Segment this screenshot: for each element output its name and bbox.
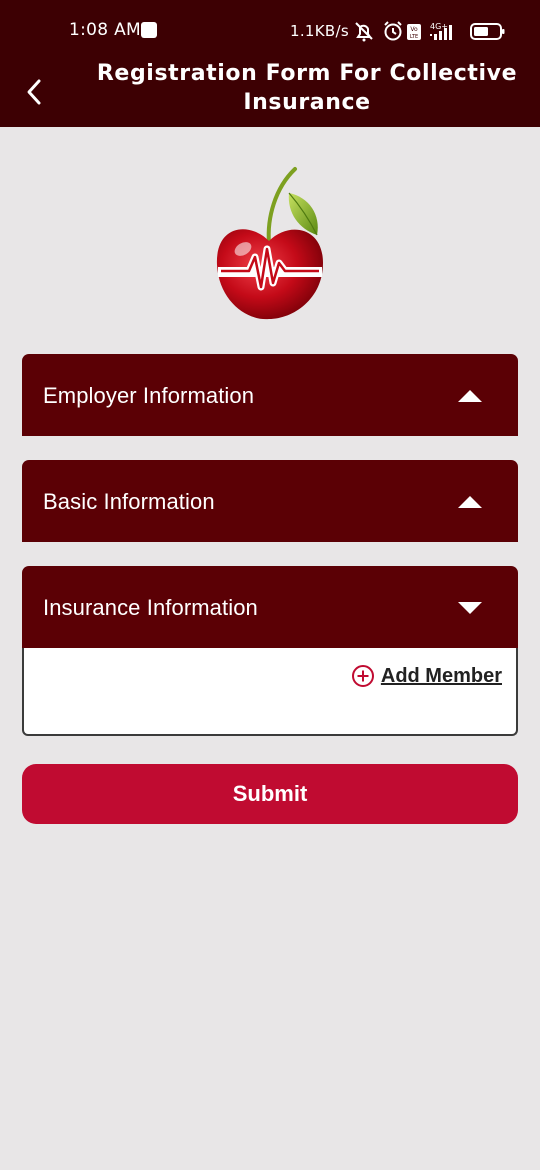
insurance-information-panel: Add Member [22, 648, 518, 736]
network-speed: 1.1KB/s [290, 22, 349, 40]
notifications-off-icon [355, 22, 373, 42]
app-logo [209, 163, 331, 323]
4g-signal-icon: 4G+ [430, 22, 452, 40]
alarm-icon [384, 21, 402, 41]
chevron-left-icon [27, 79, 41, 105]
svg-text:Vo: Vo [410, 26, 418, 33]
section-employer-information[interactable]: Employer Information [22, 354, 518, 436]
status-icons: Vo LTE 4G+ [355, 21, 505, 42]
submit-label: Submit [232, 781, 308, 806]
status-bar: 1:08 AM 1.1KB/s Vo LTE 4G+ [0, 0, 540, 62]
battery-icon [470, 23, 505, 40]
section-basic-information[interactable]: Basic Information [22, 460, 518, 542]
caret-down-icon [458, 601, 482, 615]
cherry-heartbeat-logo [216, 167, 323, 320]
add-member-button[interactable]: Add Member [351, 664, 502, 688]
caret-up-icon [458, 495, 482, 509]
status-time: 1:08 AM [69, 20, 141, 40]
volte-icon: Vo LTE [407, 24, 421, 40]
plus-circle-icon [351, 665, 374, 687]
page-title: Registration Form For Collective Insuran… [96, 61, 518, 115]
back-button[interactable] [14, 72, 54, 112]
section-label: Employer Information [43, 383, 255, 408]
notification-square-icon [141, 22, 157, 38]
caret-up-icon [458, 389, 482, 403]
submit-button[interactable]: Submit [22, 764, 518, 824]
section-label: Insurance Information [43, 595, 258, 620]
app-bar: Registration Form For Collective Insuran… [0, 61, 540, 127]
svg-text:LTE: LTE [410, 34, 418, 40]
section-insurance-information[interactable]: Insurance Information [22, 566, 518, 648]
section-label: Basic Information [43, 489, 215, 514]
add-member-label: Add Member [380, 664, 502, 687]
